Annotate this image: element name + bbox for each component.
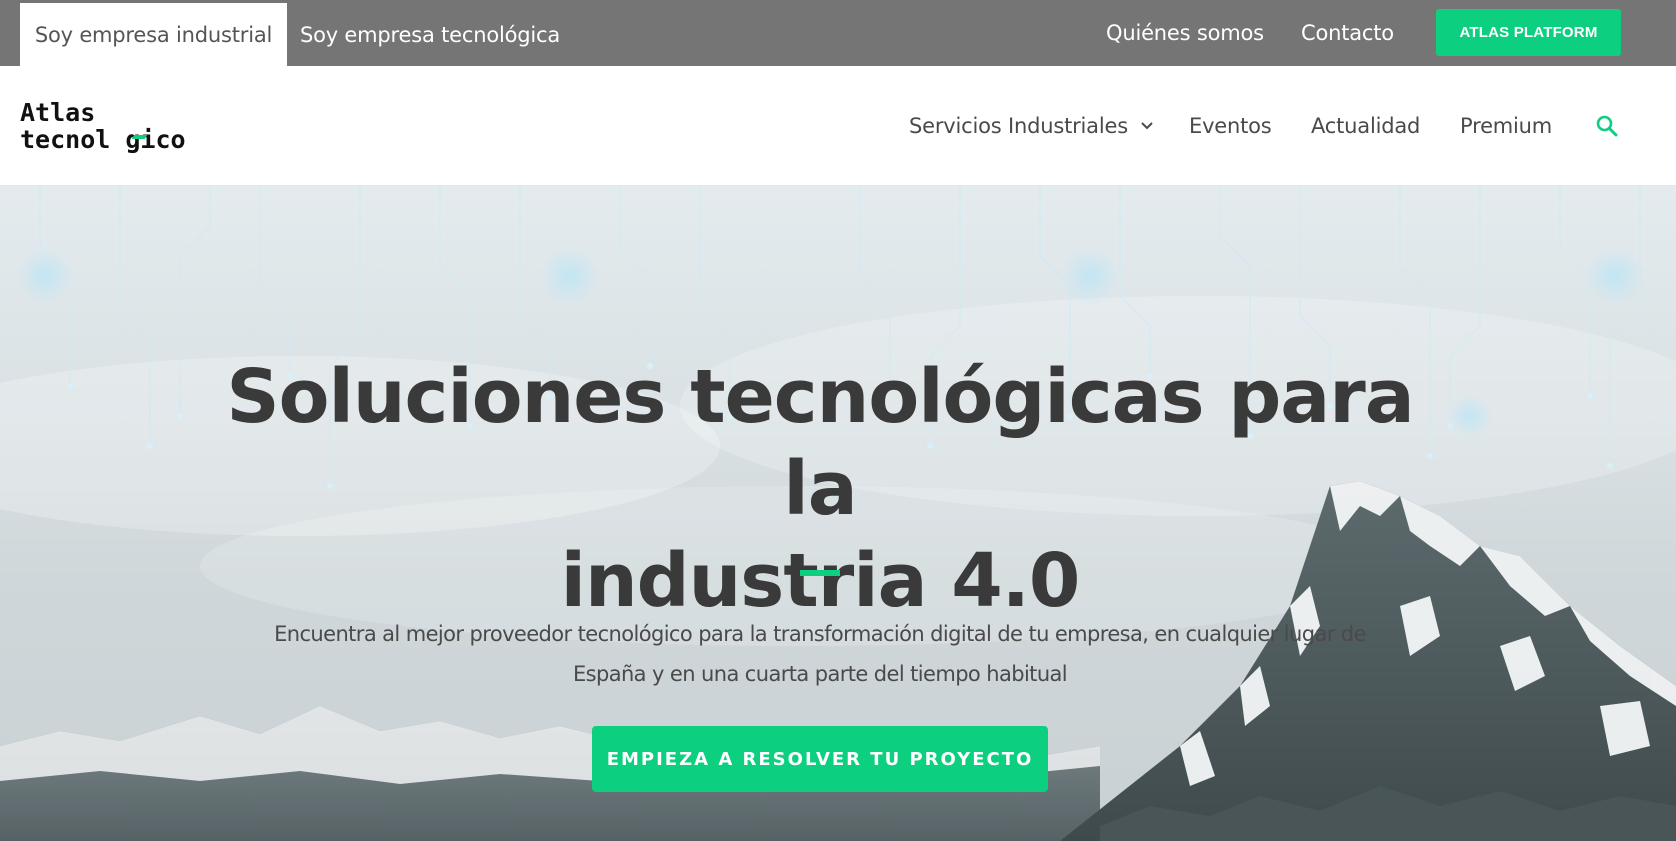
hero-title-line-1: Soluciones tecnológicas para la [226, 354, 1414, 532]
hero-subtitle: Encuentra al mejor proveedor tecnológico… [260, 614, 1380, 694]
logo[interactable]: Atlas tecnol gico [20, 99, 235, 161]
logo-accent-mark [131, 135, 148, 139]
about-us-link[interactable]: Quiénes somos [1106, 0, 1264, 66]
top-bar: Soy empresa industrial Soy empresa tecno… [0, 0, 1676, 66]
contact-link[interactable]: Contacto [1301, 0, 1394, 66]
page: Soy empresa industrial Soy empresa tecno… [0, 0, 1676, 841]
tab-industrial-company[interactable]: Soy empresa industrial [20, 3, 287, 66]
hero-subtitle-line-1: Encuentra al mejor proveedor tecnológico… [274, 622, 1366, 646]
logo-line-1: Atlas [20, 98, 96, 127]
nav-item-news[interactable]: Actualidad [1311, 66, 1420, 186]
search-icon[interactable] [1593, 112, 1621, 140]
main-nav: Atlas tecnol gico Servicios Industriales… [0, 66, 1676, 186]
tab-tech-company[interactable]: Soy empresa tecnológica [287, 3, 573, 66]
nav-item-events[interactable]: Eventos [1189, 66, 1272, 186]
logo-line-2: tecnol gico [20, 125, 186, 154]
hero-subtitle-line-2: España y en una cuarta parte del tiempo … [572, 662, 1068, 686]
hero-section: Soluciones tecnológicas para la industri… [0, 186, 1676, 841]
nav-item-premium[interactable]: Premium [1460, 66, 1552, 186]
chevron-down-icon [1140, 121, 1154, 131]
atlas-platform-button[interactable]: ATLAS PLATFORM [1436, 9, 1621, 56]
nav-item-label: Servicios Industriales [909, 114, 1128, 138]
hero-title: Soluciones tecnológicas para la industri… [180, 351, 1460, 627]
nav-item-industrial-services[interactable]: Servicios Industriales [909, 66, 1154, 186]
hero-content: Soluciones tecnológicas para la industri… [0, 186, 1676, 841]
start-project-button[interactable]: EMPIEZA A RESOLVER TU PROYECTO [592, 726, 1048, 792]
hero-divider [800, 570, 840, 576]
